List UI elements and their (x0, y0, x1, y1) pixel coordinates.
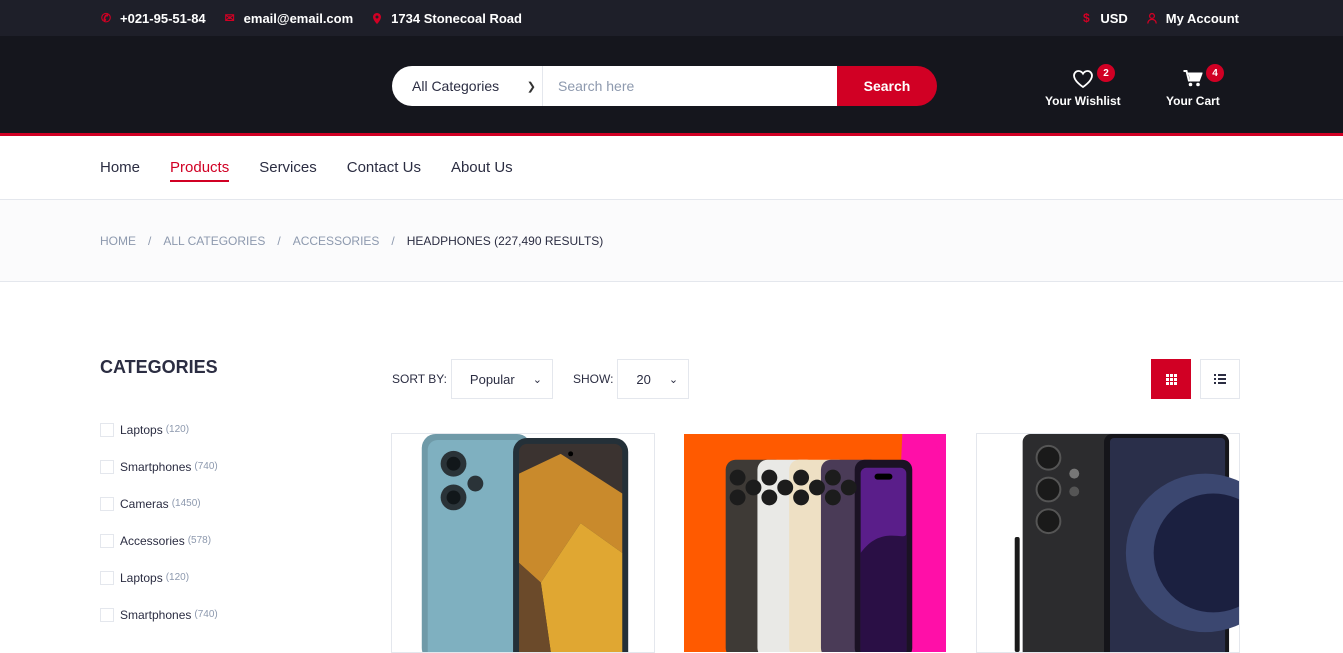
nav-products[interactable]: Products (170, 155, 230, 182)
main-header: All Categories ❯ Search 2 Your Wishlist … (0, 36, 1343, 136)
category-checkbox-laptops-2[interactable]: Laptops (120) (100, 559, 340, 596)
nav-services[interactable]: Services (259, 155, 317, 180)
product-card[interactable] (976, 433, 1240, 653)
dollar-icon: $ (1083, 11, 1090, 25)
breadcrumb-separator: / (391, 233, 395, 248)
category-count: (740) (194, 609, 218, 620)
cart-icon (1183, 70, 1203, 90)
checkbox[interactable] (100, 422, 114, 437)
show-count-select[interactable]: 20 ⌄ (617, 359, 690, 399)
chevron-down-icon: ❯ (526, 80, 536, 93)
checkbox[interactable] (100, 607, 114, 622)
store-filter-bar: SORT BY: Popular ⌄ SHOW: 20 ⌄ (392, 359, 1240, 399)
checkbox[interactable] (100, 533, 114, 548)
breadcrumb-all-categories[interactable]: All Categories (163, 234, 265, 248)
category-checkbox-accessories[interactable]: Accessories (578) (100, 522, 340, 559)
category-checkbox-smartphones-2[interactable]: Smartphones (740) (100, 596, 340, 633)
view-toggle (1151, 359, 1240, 399)
cart-count-badge: 4 (1206, 64, 1224, 82)
product-card[interactable] (683, 433, 947, 653)
category-label: Smartphones (120, 459, 192, 474)
address-link[interactable]: 1734 Stonecoal Road (371, 11, 522, 26)
envelope-icon: ✉ (224, 11, 235, 25)
category-label: Smartphones (120, 607, 192, 622)
sidebar-title: Categories (100, 357, 218, 377)
category-count: (120) (165, 424, 190, 435)
grid-view-icon (1165, 373, 1177, 385)
breadcrumb: Home / All Categories / Accessories / He… (0, 200, 1343, 282)
category-label: Accessories (120, 533, 185, 548)
wishlist-button[interactable]: 2 Your Wishlist (1045, 64, 1121, 108)
top-header: ✆ +021-95-51-84 ✉ email@email.com 1734 S… (0, 0, 1343, 36)
wishlist-label: Your Wishlist (1045, 94, 1121, 108)
product-image[interactable] (684, 434, 946, 652)
user-icon (1146, 12, 1158, 24)
category-label: Laptops (120, 422, 163, 437)
currency-link[interactable]: $ USD (1080, 10, 1128, 26)
search-input[interactable] (543, 66, 837, 106)
address-text: 1734 Stonecoal Road (391, 10, 522, 26)
categories-sidebar: Categories Laptops (120) Smartphones (74… (100, 357, 340, 633)
email-link[interactable]: ✉ email@email.com (224, 11, 354, 26)
category-checkbox-smartphones[interactable]: Smartphones (740) (100, 448, 340, 485)
breadcrumb-separator: / (148, 233, 152, 248)
category-count: (740) (194, 461, 218, 472)
search-form: All Categories ❯ Search (392, 66, 937, 106)
sort-by-select[interactable]: Popular ⌄ (450, 359, 553, 399)
sort-by-value: Popular (469, 371, 515, 387)
search-button[interactable]: Search (837, 66, 937, 106)
checkbox[interactable] (100, 570, 114, 585)
show-label: SHOW: (572, 372, 614, 386)
category-count: (578) (187, 535, 212, 546)
grid-view-button[interactable] (1151, 359, 1191, 399)
list-view-icon (1214, 374, 1226, 384)
contact-links: ✆ +021-95-51-84 ✉ email@email.com 1734 S… (100, 11, 522, 26)
category-checkbox-laptops[interactable]: Laptops (120) (100, 411, 340, 448)
chevron-down-icon: ⌄ (668, 373, 679, 386)
category-count: (120) (165, 572, 190, 583)
category-label: Laptops (120, 570, 163, 585)
list-view-button[interactable] (1200, 359, 1240, 399)
category-label: Cameras (120, 496, 169, 511)
chevron-down-icon: ⌄ (532, 373, 542, 386)
nav-contact-us[interactable]: Contact Us (347, 155, 421, 180)
checkbox[interactable] (100, 459, 114, 474)
currency-text: USD (1100, 10, 1128, 26)
breadcrumb-current: Headphones (227,490 Results) (406, 233, 604, 248)
checkbox[interactable] (100, 496, 114, 511)
phone-icon: ✆ (100, 11, 112, 25)
cart-button[interactable]: 4 Your Cart (1166, 64, 1224, 108)
account-text: My Account (1165, 10, 1239, 26)
main-nav: Home Products Services Contact Us About … (0, 136, 1343, 200)
wishlist-count-badge: 2 (1097, 64, 1115, 82)
category-checkbox-cameras[interactable]: Cameras (1450) (100, 485, 340, 522)
heart-icon (1072, 70, 1093, 91)
account-links: $ USD My Account (1080, 11, 1239, 26)
product-image[interactable] (392, 434, 654, 652)
breadcrumb-separator: / (277, 233, 281, 248)
phone-link[interactable]: ✆ +021-95-51-84 (100, 11, 206, 26)
sort-by-label: SORT BY: (392, 372, 447, 386)
product-image[interactable] (977, 434, 1239, 652)
email-text: email@email.com (243, 10, 354, 26)
category-select[interactable]: All Categories ❯ (392, 66, 543, 106)
nav-home[interactable]: Home (100, 155, 140, 180)
cart-label: Your Cart (1166, 94, 1220, 108)
product-card[interactable] (391, 433, 655, 653)
breadcrumb-home[interactable]: Home (100, 234, 136, 248)
phone-text: +021-95-51-84 (120, 10, 206, 26)
show-count-value: 20 (636, 371, 651, 387)
breadcrumb-accessories[interactable]: Accessories (293, 234, 380, 248)
my-account-link[interactable]: My Account (1146, 11, 1239, 26)
map-marker-icon (371, 12, 383, 24)
nav-about-us[interactable]: About Us (451, 155, 513, 180)
category-select-value: All Categories (412, 78, 500, 94)
category-count: (1450) (171, 498, 201, 509)
